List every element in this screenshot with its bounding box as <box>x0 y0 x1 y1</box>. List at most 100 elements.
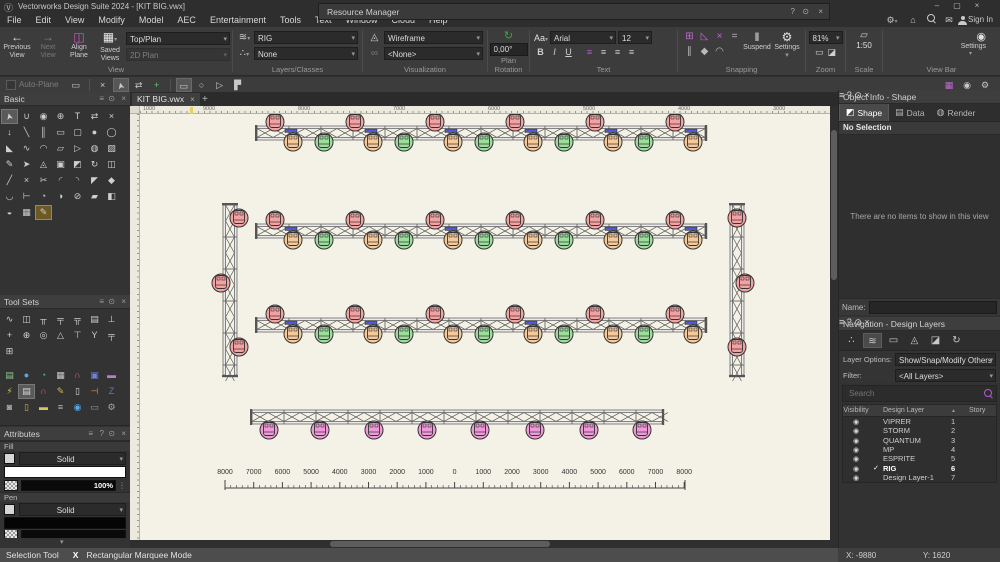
visibility-column-header[interactable]: Visibility <box>843 407 869 414</box>
mail-icon[interactable]: ✉ <box>941 14 957 27</box>
dome-tool[interactable]: ◒ <box>1 205 18 220</box>
classes-icon[interactable]: ∴▾ <box>237 48 252 59</box>
select-similar-tool[interactable]: ◬ <box>35 157 52 172</box>
sprayer-tool-set[interactable]: ✎ <box>52 384 69 399</box>
tab-data[interactable]: ▤ Data <box>889 104 930 121</box>
truss-cross-tool[interactable]: ╦ <box>69 312 86 327</box>
visibility-eye-icon[interactable]: ◉ <box>853 456 859 463</box>
new-tab-button[interactable]: + <box>202 93 208 106</box>
pin-icon[interactable]: ⊙ <box>108 297 115 306</box>
focus-point-tool[interactable]: ◎ <box>35 328 52 343</box>
polyline-tool[interactable]: ◠ <box>35 141 52 156</box>
arc-tool[interactable]: ◣ <box>1 141 18 156</box>
bridle-tool[interactable]: ∿ <box>1 312 18 327</box>
arc-dimension-tool[interactable]: ◡ <box>1 189 18 204</box>
vertical-scrollbar-thumb[interactable] <box>831 130 837 280</box>
snap-to-edge-icon[interactable]: ∥ <box>682 45 697 59</box>
view-mode-dropdown[interactable]: Top/Plan ▾ <box>126 32 230 45</box>
drawing-canvas[interactable]: 8000 7000 6000 5000 4000 3000 2000 1000 0 1000 200… <box>140 112 830 540</box>
bridge-tool-set[interactable]: ∩ <box>35 384 52 399</box>
clock-tool-set[interactable]: ◔ <box>35 368 52 383</box>
layer-row-esprite[interactable]: ◉ ESPRITE 5 <box>843 454 996 463</box>
keyboard-tool-set[interactable]: ▤ <box>18 383 35 399</box>
layers-icon[interactable]: ≋▾ <box>237 32 252 43</box>
underline-button[interactable]: U <box>562 47 575 57</box>
wand-tool[interactable]: ➤ <box>18 157 35 172</box>
lighting-pipe-tool[interactable]: ╥ <box>35 312 52 327</box>
regular-polygon-tool[interactable]: ▷ <box>69 141 86 156</box>
line-tool[interactable]: ╲ <box>18 125 35 140</box>
fill-style-dropdown[interactable]: Solid ▾ <box>19 451 126 465</box>
design-layers-tab-icon[interactable]: ≋ <box>863 333 882 348</box>
horizontal-scrollbar[interactable] <box>130 540 838 548</box>
render-background-dropdown[interactable]: <None> ▾ <box>384 47 483 60</box>
stake-tool[interactable]: ↓ <box>1 125 18 140</box>
ruler-tool-set[interactable]: ▬ <box>35 400 52 415</box>
fill-opacity-slider[interactable]: 100% <box>21 480 116 491</box>
video-screen-tool[interactable]: ⊤ <box>69 328 86 343</box>
layer-name[interactable]: ESPRITE <box>883 454 951 463</box>
power-tool-set[interactable]: ⚡ <box>1 384 18 399</box>
fill-type-icon[interactable] <box>4 452 15 464</box>
offset-tool[interactable]: ╱ <box>1 173 18 188</box>
snap-to-intersection-icon[interactable]: × <box>712 30 727 44</box>
display-tool-set[interactable]: ▣ <box>86 368 103 383</box>
plan-rotation-icon[interactable]: ↻ <box>504 29 513 42</box>
menu-file[interactable]: File <box>0 13 29 27</box>
zoom-tool[interactable]: ⊕ <box>52 109 69 124</box>
more-icon[interactable]: ⋮ <box>118 481 126 490</box>
pin-icon[interactable]: ⊙ <box>802 7 809 16</box>
preferences-gear-icon[interactable]: ⚙▾ <box>884 14 900 27</box>
pattern-tool[interactable]: ▦ <box>18 205 35 220</box>
visibility-eye-icon[interactable]: ◉ <box>853 466 859 473</box>
align-plane-button[interactable]: ◫ Align Plane <box>64 30 94 62</box>
delete-vertex-tool[interactable]: × <box>103 109 120 124</box>
torch-tool-set[interactable]: ▭ <box>86 400 103 415</box>
drop-point-tool[interactable]: ⊕ <box>18 328 35 343</box>
plan-rotation-angle-field[interactable] <box>489 43 528 56</box>
visibility-eye-icon[interactable]: ◉ <box>853 438 859 445</box>
viewports-tab-icon[interactable]: ◪ <box>926 333 945 348</box>
align-center-button[interactable]: ≡ <box>597 47 610 57</box>
pan-tool[interactable]: ∪ <box>18 109 35 124</box>
building-marquee-mode[interactable]: ▛ <box>230 78 246 92</box>
deform-tool[interactable]: ◩ <box>69 157 86 172</box>
resource-manager-window[interactable]: Resource Manager ? ⊙ × <box>318 3 830 20</box>
valve-tool-set[interactable]: ◉ <box>69 400 86 415</box>
user-account-icon[interactable] <box>958 16 967 25</box>
resize-tool[interactable]: ◆ <box>103 173 120 188</box>
layer-row-rig[interactable]: ◉ ✓ RIG 6 <box>843 463 996 473</box>
visibility-eye-icon[interactable]: ◉ <box>853 428 859 435</box>
plan-mode-dropdown[interactable]: 2D Plan ▾ <box>126 48 230 61</box>
hoist-tool[interactable]: ⊥ <box>103 312 120 327</box>
close-icon[interactable]: × <box>121 429 126 438</box>
menu-modify[interactable]: Modify <box>91 13 132 27</box>
references-tab-icon[interactable]: ↻ <box>947 333 966 348</box>
shear-tool[interactable]: ◤ <box>86 173 103 188</box>
leader-tool[interactable]: ▰ <box>86 189 103 204</box>
layer-name[interactable]: STORM <box>883 426 951 435</box>
sheet-layers-tab-icon[interactable]: ▭ <box>884 333 903 348</box>
freehand-tool[interactable]: ∿ <box>18 141 35 156</box>
text-style-icon[interactable]: Aa▾ <box>534 33 548 43</box>
design-layer-column-header[interactable]: Design Layer <box>883 407 951 414</box>
font-dropdown[interactable]: Arial ▾ <box>550 31 617 44</box>
search-icon[interactable] <box>923 14 939 27</box>
pin-icon[interactable]: ⊙ <box>108 429 115 438</box>
menu-entertainment[interactable]: Entertainment <box>203 13 273 27</box>
lasso-marquee-mode[interactable]: ○ <box>194 78 210 92</box>
snap-to-grid-icon[interactable]: ⊞ <box>682 30 697 44</box>
attribute-brush-tool[interactable]: ✎ <box>35 204 52 220</box>
pin-icon[interactable]: ⊙ <box>108 94 115 103</box>
italic-button[interactable]: I <box>548 47 561 57</box>
vertical-scrollbar[interactable] <box>830 106 838 540</box>
visibility-eye-icon[interactable]: ◉ <box>853 419 859 426</box>
pen-opacity-slider[interactable] <box>21 530 126 538</box>
crate-tool-set[interactable]: ▯ <box>18 400 35 415</box>
restore-button[interactable]: ▢ <box>948 0 966 12</box>
layer-name[interactable]: MP <box>883 445 951 454</box>
fit-objects-icon[interactable]: ▭ <box>815 47 824 58</box>
sort-icon[interactable]: ▲ <box>951 408 969 414</box>
z-truss-tool-set[interactable]: Z <box>103 384 120 399</box>
lighting-pipe-ladder-tool[interactable]: ╤ <box>52 312 69 327</box>
